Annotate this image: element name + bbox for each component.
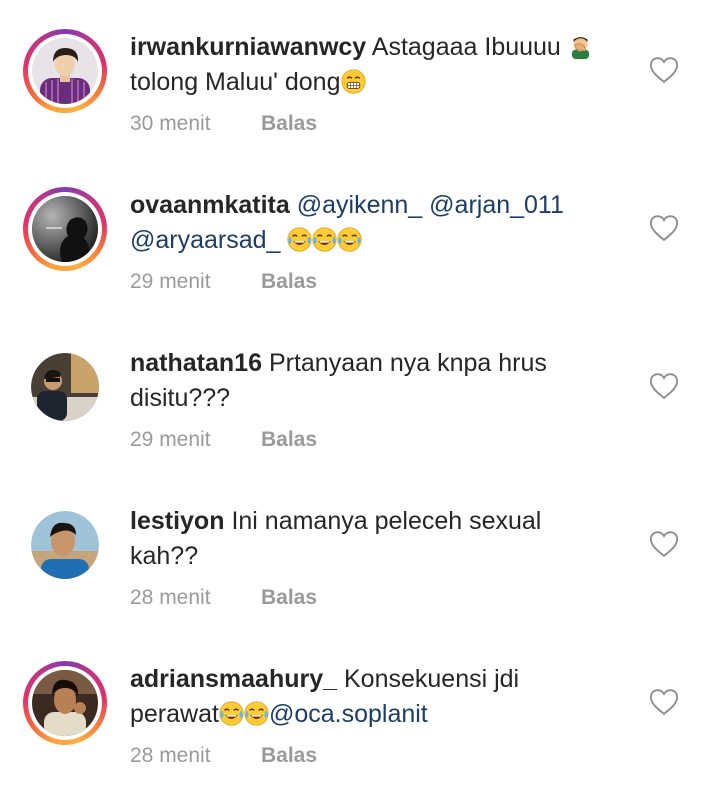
comment-body: tolong Maluu' dong <box>130 68 341 96</box>
reply-button[interactable]: Balas <box>261 112 317 135</box>
heart-outline-icon[interactable] <box>649 372 679 400</box>
mention-link[interactable]: @aryaarsad_ <box>130 226 280 254</box>
comment-meta: 29 menit Balas <box>130 270 317 294</box>
avatar-photo-ovaan <box>32 196 98 262</box>
comment-item: lestiyon Ini namanya peleceh sexual kah?… <box>0 474 720 632</box>
mention-link[interactable]: @oca.soplanit <box>269 700 428 728</box>
comment-text: ovaanmkatita @ayikenn_ @arjan_011 @aryaa… <box>130 188 600 258</box>
comment-text: irwankurniawanwcy Astagaaa Ibuuuu tolong… <box>130 30 600 100</box>
grimacing-emoji <box>341 69 366 94</box>
avatar-photo-irwan <box>32 38 98 104</box>
comment-time: 29 menit <box>130 270 211 293</box>
comment-meta: 30 menit Balas <box>130 112 317 136</box>
heart-outline-icon[interactable] <box>649 688 679 716</box>
tears-of-joy-emoji <box>287 227 312 252</box>
heart-outline-icon[interactable] <box>649 214 679 242</box>
reply-button[interactable]: Balas <box>261 270 317 293</box>
avatar[interactable] <box>23 661 107 745</box>
tears-of-joy-emoji <box>244 701 269 726</box>
comment-username[interactable]: irwankurniawanwcy <box>130 33 366 61</box>
comment-body: Astagaaa Ibuuuu <box>371 33 561 61</box>
comment-username[interactable]: adriansmaahury_ <box>130 665 337 693</box>
reply-button[interactable]: Balas <box>261 428 317 451</box>
comment-text: adriansmaahury_ Konsekuensi jdi perawat @… <box>130 662 600 732</box>
reply-button[interactable]: Balas <box>261 586 317 609</box>
comment-meta: 28 menit Balas <box>130 744 317 768</box>
comment-username[interactable]: nathatan16 <box>130 349 262 377</box>
comment-item: irwankurniawanwcy Astagaaa Ibuuuu tolong… <box>0 0 720 158</box>
heart-outline-icon[interactable] <box>649 530 679 558</box>
avatar[interactable] <box>23 345 107 429</box>
comment-username[interactable]: lestiyon <box>130 507 224 535</box>
comment-meta: 28 menit Balas <box>130 586 317 610</box>
tears-of-joy-emoji <box>219 701 244 726</box>
avatar[interactable] <box>23 29 107 113</box>
reply-button[interactable]: Balas <box>261 744 317 767</box>
comment-text: lestiyon Ini namanya peleceh sexual kah?… <box>130 504 600 574</box>
comment-meta: 29 menit Balas <box>130 428 317 452</box>
comment-time: 29 menit <box>130 428 211 451</box>
comment-time: 28 menit <box>130 586 211 609</box>
facepalm-emoji <box>568 34 593 59</box>
avatar-photo-lestiyon <box>31 511 99 579</box>
comment-item: adriansmaahury_ Konsekuensi jdi perawat @… <box>0 632 720 790</box>
tears-of-joy-emoji <box>312 227 337 252</box>
comment-time: 28 menit <box>130 744 211 767</box>
comment-text: nathatan16 Prtanyaan nya knpa hrus disit… <box>130 346 600 416</box>
comment-time: 30 menit <box>130 112 211 135</box>
mention-link[interactable]: @arjan_011 <box>429 191 564 219</box>
comment-item: ovaanmkatita @ayikenn_ @arjan_011 @aryaa… <box>0 158 720 316</box>
comment-username[interactable]: ovaanmkatita <box>130 191 290 219</box>
mention-link[interactable]: @ayikenn_ <box>297 191 422 219</box>
tears-of-joy-emoji <box>337 227 362 252</box>
avatar[interactable] <box>23 503 107 587</box>
avatar-photo-nathatan <box>31 353 99 421</box>
comment-item: nathatan16 Prtanyaan nya knpa hrus disit… <box>0 316 720 474</box>
avatar-photo-adrians <box>32 670 98 736</box>
heart-outline-icon[interactable] <box>649 56 679 84</box>
avatar[interactable] <box>23 187 107 271</box>
